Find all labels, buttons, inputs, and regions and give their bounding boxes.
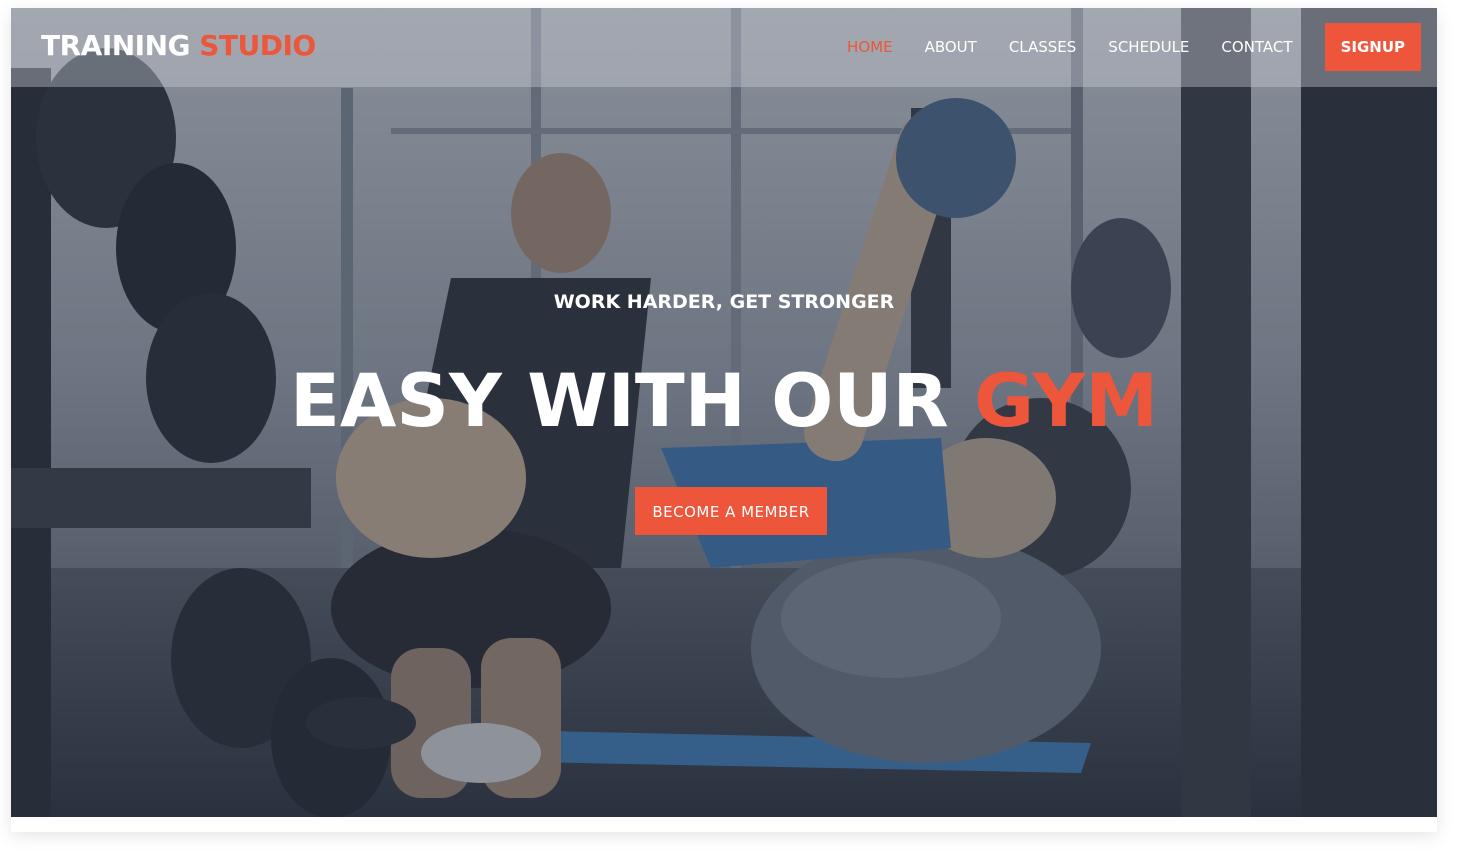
nav-link-home[interactable]: HOME [847,23,893,71]
hero-section: TRAINING STUDIO HOME ABOUT CLASSES SCHED… [11,8,1437,817]
nav-link-schedule[interactable]: SCHEDULE [1108,23,1189,71]
become-member-button[interactable]: BECOME A MEMBER [635,487,827,535]
site-logo[interactable]: TRAINING STUDIO [41,28,316,64]
headline-white-text: EASY WITH OUR [290,359,949,444]
nav-link-about[interactable]: ABOUT [925,23,977,71]
signup-button[interactable]: SIGNUP [1324,23,1421,71]
hero-headline: EASY WITH OUR GYM [11,360,1437,444]
browser-frame: TRAINING STUDIO HOME ABOUT CLASSES SCHED… [11,8,1437,832]
headline-orange-text: GYM [974,359,1158,444]
logo-text-white: TRAINING [41,29,191,62]
nav-link-contact[interactable]: CONTACT [1221,23,1292,71]
main-nav: HOME ABOUT CLASSES SCHEDULE CONTACT SIGN… [815,23,1421,71]
top-navbar: TRAINING STUDIO HOME ABOUT CLASSES SCHED… [11,8,1437,87]
nav-link-classes[interactable]: CLASSES [1009,23,1076,71]
logo-text-orange: STUDIO [199,29,316,62]
hero-tagline: WORK HARDER, GET STRONGER [553,291,895,313]
